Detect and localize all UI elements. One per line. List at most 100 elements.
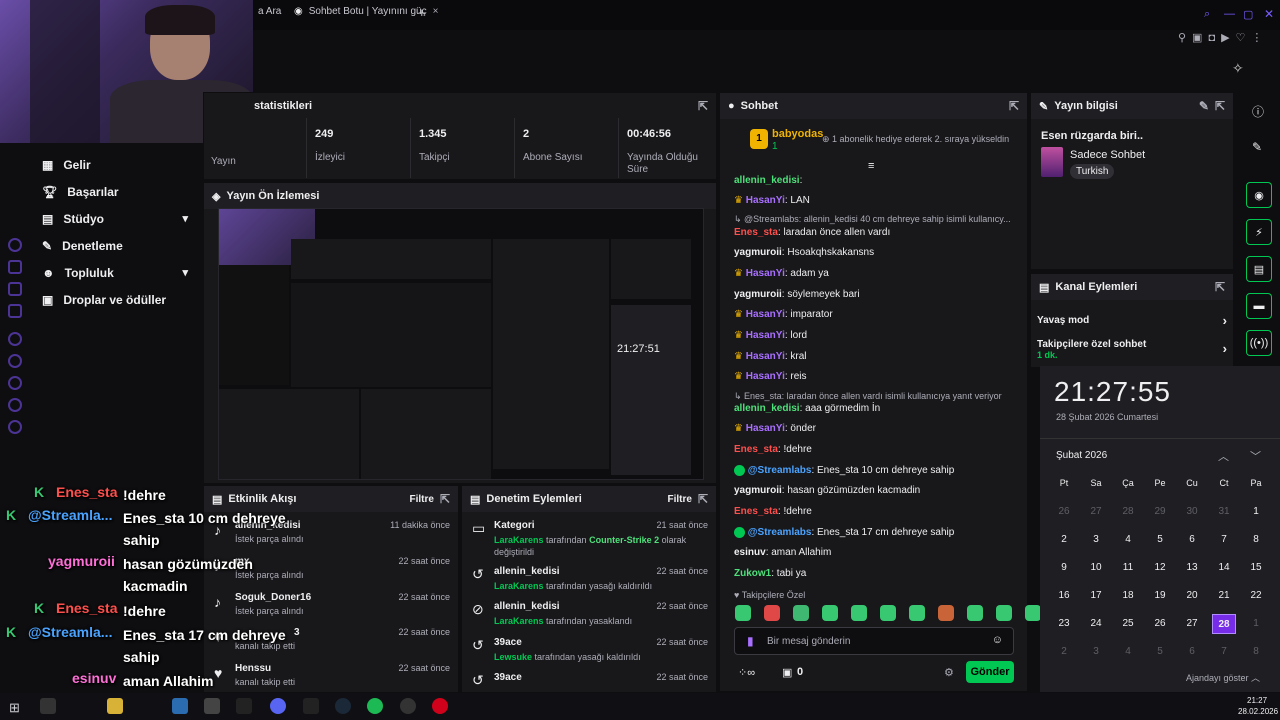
mod-item[interactable]: ⊘ allenin_kedisi 22 saat önce LaraKarens ta… [464,599,716,635]
calendar-day[interactable]: 1 [1244,502,1268,522]
calendar-day[interactable]: 22 [1244,586,1268,606]
steam-icon[interactable] [335,698,351,714]
discord-icon[interactable] [270,698,286,714]
chat-username[interactable]: Enes_sta [734,227,778,238]
nav-item-basarilar[interactable]: 🏆︎ Başarılar [0,178,200,205]
calendar-day[interactable]: 3 [1084,530,1108,550]
nav-item-topluluk[interactable]: ☻ Topluluk ▾ [0,259,200,286]
pinned-user[interactable]: babyodas [772,128,823,140]
chat-username[interactable]: @Streamlabs [748,465,812,476]
calendar-month[interactable]: Şubat 2026 [1056,450,1107,461]
mic-icon[interactable]: ▮ [747,634,754,648]
browser-tab[interactable]: a Ara [258,6,281,17]
chat-message[interactable]: ♛ HasanYi: imparator [734,308,1018,321]
chat-username[interactable]: Enes_sta [734,444,778,455]
chat-message[interactable]: ♛ HasanYi: önder [734,422,1018,435]
gear-icon[interactable]: ⚙ [944,666,954,679]
taskbar-icon[interactable] [204,698,220,714]
chat-message[interactable]: Enes_sta: !dehre [734,443,1018,456]
folder-icon[interactable] [107,698,123,714]
chat-username[interactable]: yagmuroii [734,289,782,300]
info-icon[interactable]: ⓘ [1252,103,1264,120]
taskbar-icon[interactable] [40,698,56,714]
edit-icon[interactable]: ✎ [1199,99,1209,113]
chat-message[interactable]: ♛ HasanYi: adam ya [734,267,1018,280]
chat-username[interactable]: yagmuroii [734,485,782,496]
calendar-day[interactable]: 27 [1180,614,1204,634]
calendar-day[interactable]: 3 [1084,642,1108,662]
close-icon[interactable]: × [433,6,439,17]
close-window-icon[interactable]: ✕ [1264,7,1274,21]
chat-username[interactable]: HasanYi [746,309,785,320]
popout-icon[interactable]: ⇱ [698,492,708,506]
minimize-icon[interactable]: — [1224,8,1235,20]
browser-tab-active[interactable]: ◉ Sohbet Botu | Yayınını güç × [294,6,438,17]
calendar-day[interactable]: 15 [1244,558,1268,578]
new-tab-button[interactable]: + [418,5,426,20]
nav-item-gelir[interactable]: ▦ Gelir [0,151,200,178]
calendar-day[interactable]: 1 [1244,614,1268,634]
calendar-day[interactable]: 12 [1148,558,1172,578]
broadcast-button[interactable]: ((•)) [1246,330,1272,356]
popout-icon[interactable]: ⇱ [1215,99,1225,113]
chat-message[interactable]: ♛ HasanYi: lord [734,329,1018,342]
chat-message[interactable]: @Streamlabs: Enes_sta 17 cm dehreye sahi… [734,526,1018,539]
filter-button[interactable]: Filtre [667,494,691,505]
mod-item[interactable]: ▭ Kategori 21 saat önce LaraKarens tarafınd… [464,518,716,557]
calendar-day[interactable]: 29 [1148,502,1172,522]
popout-icon[interactable]: ⇱ [440,492,450,506]
emote-icon[interactable] [880,605,896,621]
send-button[interactable]: Gönder [966,661,1014,683]
calendar-day[interactable]: 5 [1148,530,1172,550]
calendar-day[interactable]: 4 [1116,642,1140,662]
emote-icon[interactable] [967,605,983,621]
bits-icon[interactable]: ▣ [782,666,792,679]
chat-username[interactable]: allenin_kedisi [734,403,800,414]
chat-message[interactable]: @Streamlabs: Enes_sta 10 cm dehreye sahi… [734,464,1018,477]
calendar-day[interactable]: 13 [1180,558,1204,578]
spotify-icon[interactable] [367,698,383,714]
chat-username[interactable]: esinuv [734,547,766,558]
chat-message[interactable]: yagmuroii: söylemeyek bari [734,288,1018,301]
chat-message[interactable]: esinuv: aman Allahim [734,546,1018,559]
popout-icon[interactable]: ⇱ [1009,99,1019,113]
chat-reply-context[interactable]: ↳ @Streamlabs: allenin_kedisi 40 cm dehr… [734,213,1018,226]
calendar-day[interactable]: 7 [1212,642,1236,662]
emote-icon[interactable] [793,605,809,621]
chat-message[interactable]: ♛ HasanYi: LAN [734,194,1018,207]
filter-button[interactable]: Filtre [409,494,433,505]
calendar-day[interactable]: 20 [1180,586,1204,606]
chat-username[interactable]: allenin_kedisi [734,175,800,186]
chat-button[interactable]: ▬ [1246,293,1272,319]
chat-message[interactable]: allenin_kedisi: aaa görmedim İn [734,402,1018,415]
emote-icon[interactable] [909,605,925,621]
calendar-day[interactable]: 9 [1052,558,1076,578]
calendar-day[interactable]: 5 [1148,642,1172,662]
calendar-day[interactable]: 27 [1084,502,1108,522]
calendar-day[interactable]: 28 [1116,502,1140,522]
calendar-day[interactable]: 14 [1212,558,1236,578]
popout-icon[interactable]: ⇱ [698,99,708,113]
calendar-day[interactable]: 18 [1116,586,1140,606]
calendar-day[interactable]: 16 [1052,586,1076,606]
calendar-day[interactable]: 30 [1180,502,1204,522]
calendar-day[interactable]: 6 [1180,642,1204,662]
pencil-icon[interactable]: ✎ [1252,140,1262,154]
calendar-day[interactable]: 7 [1212,530,1236,550]
popout-icon[interactable]: ⇱ [1215,280,1225,294]
chat-message[interactable]: Enes_sta: laradan önce allen vardı [734,226,1018,239]
chat-username[interactable]: HasanYi [746,423,785,434]
category-name[interactable]: Sadece Sohbet [1070,149,1145,161]
calendar-day[interactable]: 26 [1052,502,1076,522]
nav-item-droplar[interactable]: ▣ Droplar ve ödüller [0,286,200,313]
calendar-day[interactable]: 25 [1116,614,1140,634]
emote-icon[interactable] [1025,605,1041,621]
channel-points-icon[interactable]: ⁘∞ [738,666,755,679]
calendar-day[interactable]: 17 [1084,586,1108,606]
chat-username[interactable]: @Streamlabs [748,527,812,538]
nav-item-denetleme[interactable]: ✎ Denetleme [0,232,200,259]
calendar-day[interactable]: 2 [1052,530,1076,550]
emote-icon[interactable] [764,605,780,621]
calendar-day[interactable]: 4 [1116,530,1140,550]
clock-date[interactable]: 28 Şubat 2026 Cumartesi [1056,412,1158,422]
